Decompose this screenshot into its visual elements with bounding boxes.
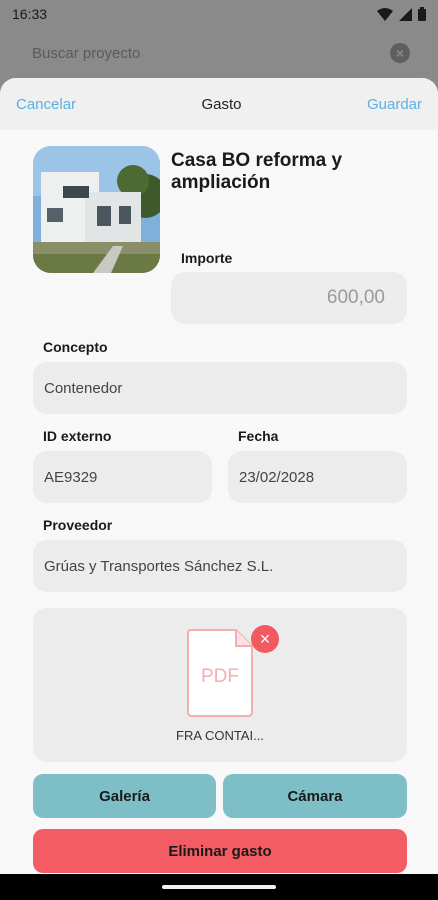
attachment-file-name: FRA CONTAI... (176, 728, 264, 743)
date-field[interactable]: 23/02/2028 (228, 451, 407, 503)
background-search-bar: Buscar proyecto × (16, 34, 422, 72)
attachment-area: PDF × FRA CONTAI... (33, 608, 407, 762)
background-search-placeholder: Buscar proyecto (32, 44, 141, 62)
battery-icon (418, 7, 426, 21)
house-photo-icon (33, 146, 160, 273)
save-button[interactable]: Guardar (367, 96, 422, 113)
home-handle[interactable] (162, 885, 276, 889)
date-label: Fecha (238, 428, 279, 444)
status-bar: 16:33 (0, 0, 438, 28)
wifi-icon (377, 7, 393, 21)
gallery-button[interactable]: Galería (33, 774, 216, 818)
concept-field[interactable]: Contenedor (33, 362, 407, 414)
clear-icon: × (390, 43, 410, 63)
signal-icon (399, 7, 412, 21)
pdf-file-icon[interactable]: PDF (186, 628, 254, 718)
camera-button[interactable]: Cámara (223, 774, 407, 818)
project-title: Casa BO reforma y ampliación (171, 150, 343, 193)
cancel-button[interactable]: Cancelar (16, 96, 76, 113)
remove-attachment-button[interactable]: × (251, 625, 279, 653)
status-icons (377, 7, 426, 21)
pdf-type-label: PDF (201, 666, 239, 687)
provider-label: Proveedor (43, 517, 113, 533)
sheet-header: Cancelar Gasto Guardar (0, 78, 438, 130)
delete-expense-button[interactable]: Eliminar gasto (33, 829, 407, 873)
amount-label: Importe (181, 250, 233, 266)
concept-label: Concepto (43, 339, 108, 355)
expense-sheet: Cancelar Gasto Guardar Casa BO reforma y (0, 78, 438, 874)
project-photo (33, 146, 160, 273)
external-id-field[interactable]: AE9329 (33, 451, 212, 503)
navigation-bar (0, 874, 438, 900)
status-time: 16:33 (12, 6, 48, 22)
provider-field[interactable]: Grúas y Transportes Sánchez S.L. (33, 540, 407, 592)
external-id-label: ID externo (43, 428, 112, 444)
amount-field[interactable]: 600,00 (171, 272, 407, 324)
sheet-title: Gasto (201, 95, 242, 113)
